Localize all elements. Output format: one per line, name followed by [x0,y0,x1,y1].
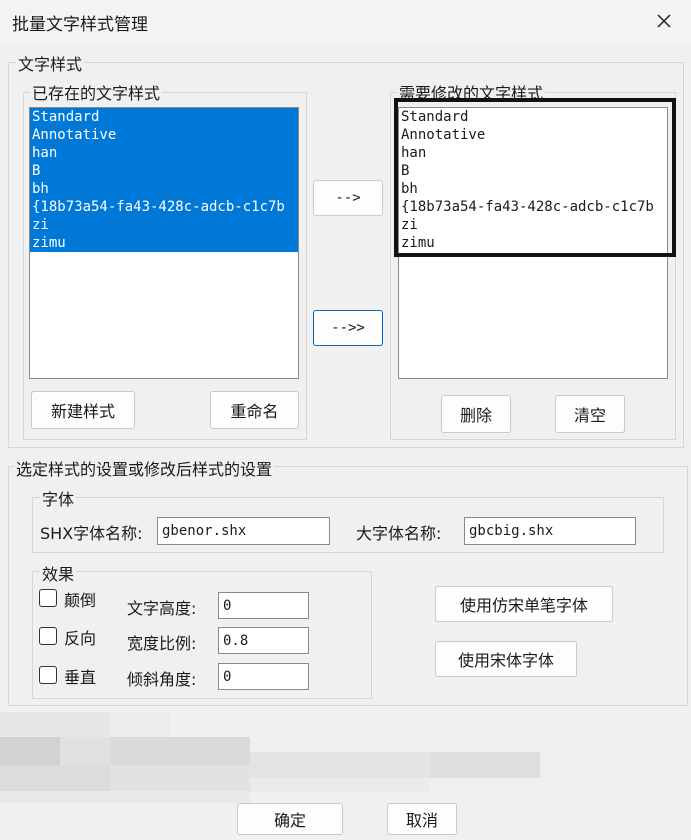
font-legend: 字体 [40,486,77,510]
redacted-area [0,712,560,803]
big-font-input[interactable]: gbcbig.shx [464,517,636,545]
text-height-input[interactable]: 0 [218,592,309,619]
upside-down-label: 颠倒 [64,591,97,610]
big-font-label: 大字体名称: [356,524,442,543]
fangsong-font-button[interactable]: 使用仿宋单笔字体 [435,586,613,622]
list-item[interactable]: {18b73a54-fa43-428c-adcb-c1c7b [30,198,298,216]
backwards-label: 反向 [64,629,97,648]
rename-button[interactable]: 重命名 [210,391,299,429]
list-item[interactable]: zimu [30,234,298,252]
upside-down-checkbox[interactable] [39,589,57,607]
list-item[interactable]: han [30,144,298,162]
close-icon [657,14,671,28]
list-item[interactable]: Annotative [30,126,298,144]
list-item[interactable]: B [30,162,298,180]
backwards-checkbox[interactable] [39,627,57,645]
ok-button[interactable]: 确定 [237,803,343,835]
vertical-checkbox[interactable] [39,666,57,684]
oblique-angle-label: 倾斜角度: [127,670,197,689]
text-height-label: 文字高度: [127,599,197,618]
window-title: 批量文字样式管理 [12,15,148,35]
delete-button[interactable]: 删除 [441,395,511,433]
effect-legend: 效果 [40,561,77,585]
vertical-label: 垂直 [64,668,97,687]
clear-button[interactable]: 清空 [555,395,625,433]
width-factor-label: 宽度比例: [127,634,197,653]
settings-legend: 选定样式的设置或修改后样式的设置 [14,456,275,480]
highlight-frame [394,98,676,257]
list-item[interactable]: zi [30,216,298,234]
existing-styles-list[interactable]: Standard Annotative han Bbh {18b73a54-fa43-4… [29,107,299,379]
close-button[interactable] [646,6,682,36]
existing-styles-label: 已存在的文字样式 [30,80,163,104]
list-item[interactable]: bh [30,180,298,198]
width-factor-input[interactable]: 0.8 [218,627,309,654]
shx-font-input[interactable]: gbenor.shx [157,517,330,545]
add-all-button[interactable]: -->> [313,310,383,346]
cancel-button[interactable]: 取消 [387,803,457,835]
add-selected-button[interactable]: --> [313,180,383,216]
oblique-angle-input[interactable]: 0 [218,663,309,690]
new-style-button[interactable]: 新建样式 [31,391,135,429]
text-style-legend: 文字样式 [16,51,85,75]
song-font-button[interactable]: 使用宋体字体 [435,641,577,677]
shx-font-label: SHX字体名称: [40,524,143,543]
list-item[interactable]: Standard [30,108,298,126]
